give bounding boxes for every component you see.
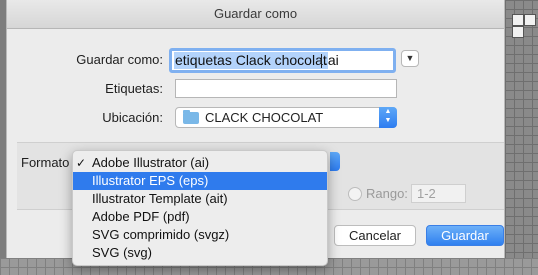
menu-item-label: Adobe Illustrator (ai) xyxy=(92,155,210,170)
text-caret xyxy=(321,54,322,68)
background-artboard-box xyxy=(512,26,524,38)
range-radio[interactable] xyxy=(348,187,362,201)
format-option-svgz[interactable]: SVG comprimido (svgz) xyxy=(73,226,327,244)
menu-item-label: SVG comprimido (svgz) xyxy=(92,227,230,242)
folder-icon xyxy=(183,110,199,124)
format-option-pdf[interactable]: Adobe PDF (pdf) xyxy=(73,208,327,226)
location-select[interactable]: CLACK CHOCOLAT ▲ ▼ xyxy=(175,107,397,128)
format-option-ait[interactable]: Illustrator Template (ait) xyxy=(73,190,327,208)
save-as-label: Guardar como: xyxy=(76,52,163,67)
background-artboard-box xyxy=(524,14,536,26)
format-option-svg[interactable]: SVG (svg) xyxy=(73,244,327,262)
background-canvas-grid xyxy=(505,0,538,275)
tags-input[interactable] xyxy=(175,79,397,98)
save-button[interactable]: Guardar xyxy=(426,225,504,246)
format-label: Formato xyxy=(21,155,70,170)
format-dropdown-menu: ✓ Adobe Illustrator (ai) Illustrator EPS… xyxy=(72,150,328,266)
dialog-title: Guardar como xyxy=(7,0,504,29)
filename-extension: .ai xyxy=(324,52,339,68)
menu-item-label: SVG (svg) xyxy=(92,245,152,260)
background-artboard-box xyxy=(512,14,524,26)
location-value: CLACK CHOCOLAT xyxy=(205,110,324,125)
filename-selected-text: etiquetas Clack chocolat xyxy=(174,52,328,69)
menu-item-label: Adobe PDF (pdf) xyxy=(92,209,190,224)
up-down-chevron-icon: ▲ ▼ xyxy=(379,107,397,128)
menu-item-label: Illustrator EPS (eps) xyxy=(92,173,209,188)
tags-label: Etiquetas: xyxy=(105,81,163,96)
range-label: Rango: xyxy=(366,186,408,201)
chevron-down-icon: ▼ xyxy=(405,53,415,63)
location-label: Ubicación: xyxy=(102,110,163,125)
format-option-eps[interactable]: Illustrator EPS (eps) xyxy=(73,172,327,190)
range-input[interactable]: 1-2 xyxy=(411,184,466,203)
expand-dialog-button[interactable]: ▼ xyxy=(401,50,419,67)
filename-input[interactable]: etiquetas Clack chocolat .ai xyxy=(169,48,396,73)
format-option-ai[interactable]: ✓ Adobe Illustrator (ai) xyxy=(73,154,327,172)
checkmark-icon: ✓ xyxy=(76,156,87,170)
format-select-stepper[interactable] xyxy=(330,152,340,171)
cancel-button[interactable]: Cancelar xyxy=(334,225,416,246)
menu-item-label: Illustrator Template (ait) xyxy=(92,191,228,206)
